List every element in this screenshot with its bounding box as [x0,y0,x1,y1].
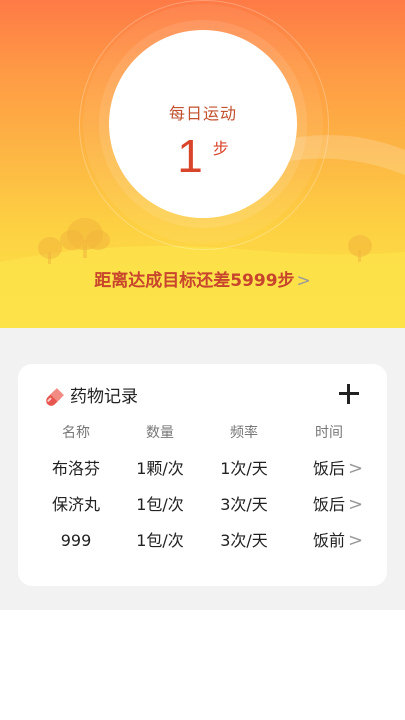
medicine-name: 布洛芬 [51,459,100,478]
pill-icon [46,388,64,406]
chevron-right-icon: > [348,494,364,515]
goal-remaining-text: 距离达成目标还差5999步 [94,271,295,291]
column-header-quantity: 数量 [146,425,174,441]
step-counter-title: 每日运动 [168,104,237,123]
medicine-frequency: 3次/天 [220,495,268,514]
step-counter-circle: 每日运动 1步 [109,30,297,218]
chevron-right-icon: > [348,458,364,479]
medicine-row[interactable]: 布洛芬 1颗/次 1次/天 饭后 > [18,456,387,482]
column-header-time: 时间 [315,425,343,441]
step-count-unit: 步 [212,139,229,158]
column-header-frequency: 频率 [230,425,258,441]
medicine-row[interactable]: 保济丸 1包/次 3次/天 饭后 > [18,492,387,518]
medicine-name: 999 [60,531,92,550]
medicine-name: 保济丸 [51,495,100,514]
medicine-quantity: 1包/次 [136,495,184,514]
column-header-name: 名称 [62,425,90,441]
chevron-right-icon: > [296,271,311,291]
add-medicine-button[interactable] [337,382,361,406]
medicine-row[interactable]: 999 1包/次 3次/天 饭前 > [18,528,387,554]
goal-remaining-link[interactable]: 距离达成目标还差5999步 > [0,266,405,291]
medicine-card-title: 药物记录 [70,387,138,407]
medicine-record-card: 药物记录 名称 数量 频率 时间 布洛芬 1颗/次 1次/天 饭后 > 保济丸 … [18,364,387,586]
medicine-frequency: 1次/天 [220,459,268,478]
step-count-value: 1 [177,130,203,182]
plus-icon-vertical [347,384,350,404]
medicine-quantity: 1颗/次 [136,459,184,478]
hero-banner: 每日运动 1步 距离达成目标还差5999步 > [0,0,405,328]
step-count: 1步 [109,130,297,182]
medicine-frequency: 3次/天 [220,531,268,550]
chevron-right-icon: > [348,530,364,551]
medicine-table-header: 名称 数量 频率 时间 [18,422,387,442]
medicine-quantity: 1包/次 [136,531,184,550]
